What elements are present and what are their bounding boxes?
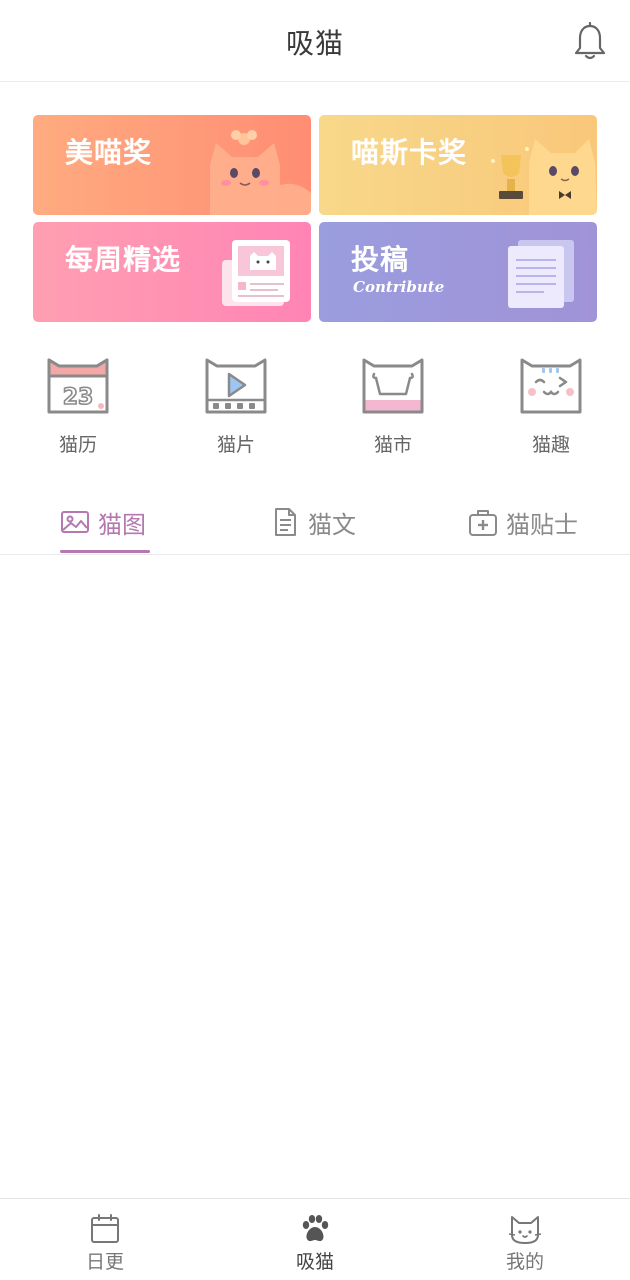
- quick-item-cat-videos[interactable]: 猫片: [191, 356, 281, 456]
- tab-cat-tips[interactable]: 猫贴士: [468, 502, 578, 542]
- tab-label: 猫图: [98, 510, 146, 539]
- banner-label: 每周精选: [65, 243, 182, 276]
- video-cat-icon: [205, 358, 267, 414]
- banner-contribute[interactable]: 投稿 Contribute: [319, 222, 597, 322]
- newspaper-cat-icon: [222, 240, 290, 306]
- banner-sublabel: Contribute: [353, 278, 445, 296]
- banner-label: 喵斯卡奖: [351, 136, 468, 169]
- quick-item-label: 猫市: [373, 434, 412, 456]
- quick-item-label: 猫趣: [531, 434, 570, 456]
- document-icon: [275, 508, 296, 536]
- calendar-cat-icon: 23: [47, 358, 109, 414]
- cat-face-icon: [509, 1216, 541, 1244]
- nav-me[interactable]: 我的: [480, 1213, 570, 1274]
- quick-item-label: 猫历: [58, 434, 97, 456]
- banner-weekly-picks[interactable]: 每周精选: [33, 222, 311, 322]
- calendar-icon: [91, 1214, 119, 1243]
- nav-daily[interactable]: 日更: [60, 1213, 150, 1274]
- calendar-date-number: 23: [63, 385, 94, 410]
- trophy-cat-illustration-icon: [491, 139, 597, 215]
- nav-label: 日更: [85, 1251, 124, 1273]
- paw-icon: [302, 1215, 329, 1242]
- active-tab-indicator: [60, 550, 150, 553]
- fun-cat-icon: [520, 358, 582, 414]
- banner-label: 美喵奖: [65, 136, 153, 169]
- bell-icon[interactable]: [572, 22, 608, 62]
- first-aid-kit-icon: [469, 510, 497, 536]
- shop-cat-icon: [362, 358, 424, 414]
- bottom-navigation: 日更 吸猫 我的: [0, 1198, 630, 1280]
- nav-cats[interactable]: 吸猫: [270, 1213, 360, 1274]
- quick-item-label: 猫片: [216, 434, 255, 456]
- tab-label: 猫文: [308, 510, 356, 539]
- tab-label: 猫贴士: [506, 510, 578, 539]
- banner-best-cat-award[interactable]: 美喵奖: [33, 115, 311, 215]
- banner-label: 投稿: [351, 243, 410, 276]
- document-stack-icon: [508, 240, 574, 308]
- page-title: 吸猫: [285, 27, 344, 60]
- tab-cat-articles[interactable]: 猫文: [270, 502, 356, 542]
- cat-illustration-icon: [210, 130, 311, 215]
- nav-label: 我的: [505, 1251, 544, 1273]
- quick-item-cat-market[interactable]: 猫市: [348, 356, 438, 456]
- quick-item-cat-calendar[interactable]: 23 猫历: [33, 356, 123, 456]
- nav-label: 吸猫: [295, 1251, 334, 1273]
- image-icon: [61, 511, 89, 533]
- content-tabs: 猫图 猫文 猫贴士: [0, 490, 630, 555]
- top-bar: 吸猫: [0, 0, 630, 82]
- banner-meowscar-award[interactable]: 喵斯卡奖: [319, 115, 597, 215]
- tab-cat-pictures[interactable]: 猫图: [60, 502, 146, 542]
- quick-item-cat-fun[interactable]: 猫趣: [506, 356, 596, 456]
